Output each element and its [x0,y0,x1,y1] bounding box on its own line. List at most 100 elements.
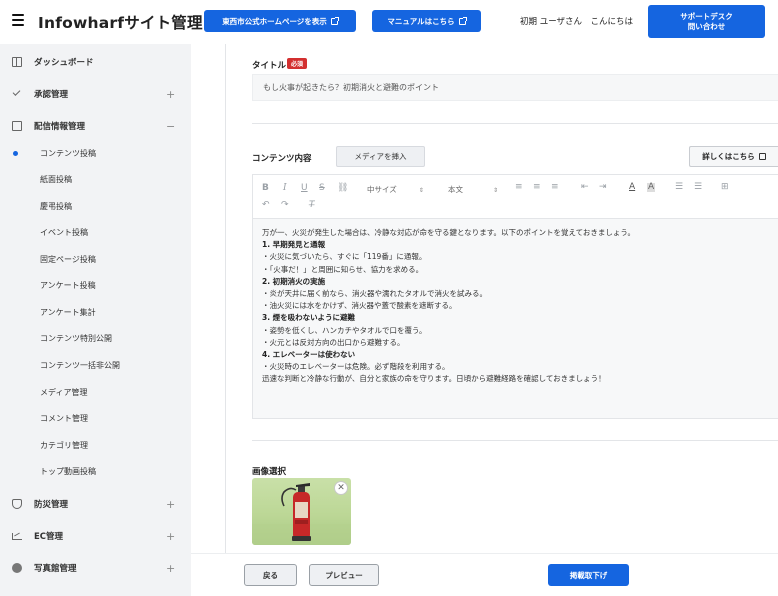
sidebar-item-approval[interactable]: 承認管理 + [0,82,191,106]
top-header: Infowharfサイト管理 東西市公式ホームページを表示 マニュアルはこちら … [0,0,778,44]
italic-icon[interactable]: I [283,184,287,193]
sidebar-subitem-label: 紙面投稿 [40,174,72,184]
content-line: ・火元とは反対方向の出口から避難する。 [262,337,405,347]
insert-media-button[interactable]: メディアを挿入 [336,146,425,167]
city-homepage-button[interactable]: 東西市公式ホームページを表示 [204,10,356,32]
content-heading: 4. エレベーターは使わない [262,350,356,360]
unpublish-button[interactable]: 掲載取下げ [548,564,629,586]
content-line: ・火災時のエレベーターは危険。必ず階段を利用する。 [262,362,450,372]
sidebar-item-label: 承認管理 [34,90,69,100]
sidebar-subitem-label: イベント投稿 [40,227,88,237]
redo-icon[interactable]: ↷ [281,201,289,210]
required-badge: 必須 [287,58,308,69]
user-greeting: 初期 ユーザさん こんにちは [520,17,634,27]
photo-icon [12,563,22,573]
sidebar-subitem-label: コンテンツ一括非公開 [40,360,120,370]
external-link-icon [758,153,766,160]
text-color-icon[interactable]: A [629,183,635,192]
content-line: ・火災に気づいたら、すぐに「119番」に通報。 [262,252,427,262]
sidebar-item-label: ダッシュボード [34,58,94,68]
content-line: ・姿勢を低くし、ハンカチやタオルで口を覆う。 [262,325,427,335]
shield-icon [12,499,22,509]
sidebar-item-disaster[interactable]: 防災管理 + [0,492,191,516]
content-line: ・「火事だ！」と周囲に知らせ、協力を求める。 [262,264,424,274]
paragraph-value: 本文 [448,185,463,194]
app-title: Infowharfサイト管理 [38,14,203,32]
external-link-icon [330,16,339,25]
expand-icon[interactable]: + [166,563,175,574]
sidebar-subitem[interactable]: コンテンツ一括非公開 [0,354,191,376]
content-line: 迅速な判断と冷静な行動が、自分と家族の命を守ります。日頃から避難経路を確認してお… [262,374,606,384]
sidebar-subitem-label: コンテンツ特別公開 [40,333,112,343]
sidebar-item-dashboard[interactable]: ダッシュボード [0,50,191,74]
align-right-icon[interactable]: ≡ [551,183,559,192]
sidebar-subitem-label: コメント管理 [40,413,88,423]
indent-icon[interactable]: ⇥ [599,183,607,192]
sidebar-subitem[interactable]: イベント投稿 [0,221,191,243]
align-center-icon[interactable]: ≡ [533,183,541,192]
sidebar-subitem[interactable]: 固定ページ投稿 [0,248,191,270]
sidebar-subitem-label: トップ動画投稿 [40,466,96,476]
content-guide-line [225,44,226,553]
city-homepage-label: 東西市公式ホームページを表示 [222,16,327,26]
sidebar-subitem[interactable]: アンケート投稿 [0,274,191,296]
rich-text-editor[interactable]: B I U S ⛓ 中サイズ ⇕ 本文 ⇕ ≡ ≡ ≡ ⇤ ⇥ A A ☰ ☰ ⊞ … [252,174,778,419]
sidebar-subitem[interactable]: コンテンツ特別公開 [0,327,191,349]
menu-icon[interactable] [12,14,24,26]
content-heading: 3. 煙を吸わないように避難 [262,313,356,323]
sidebar-item-ec[interactable]: EC管理 + [0,524,191,548]
content-line: ・油火災には水をかけず、消火器や蓋で酸素を遮断する。 [262,301,457,311]
remove-image-icon[interactable]: ✕ [334,481,348,495]
link-icon[interactable]: ⛓ [337,184,348,193]
sidebar-subitem[interactable]: コメント管理 [0,407,191,429]
section-divider [252,440,778,441]
title-input[interactable]: もし火事が起きたら？初期消火と避難のポイント [252,74,778,101]
outdent-icon[interactable]: ⇤ [581,183,589,192]
sidebar-subitem-content-post[interactable]: コンテンツ投稿 [0,142,191,164]
manual-button[interactable]: マニュアルはこちら [372,10,481,32]
paragraph-select[interactable]: 本文 ⇕ [448,184,498,195]
expand-icon[interactable]: + [166,531,175,542]
sidebar-subitem[interactable]: トップ動画投稿 [0,460,191,482]
sidebar-item-label: 防災管理 [34,500,69,510]
sidebar-subitem-label: 慶弔投稿 [40,201,72,211]
numbered-list-icon[interactable]: ☰ [675,183,683,192]
support-desk-button[interactable]: サポートデスク 問い合わせ [648,5,765,38]
bold-icon[interactable]: B [262,184,269,193]
font-size-select[interactable]: 中サイズ ⇕ [367,184,424,195]
sidebar-subitem[interactable]: カテゴリ管理 [0,434,191,456]
clear-format-icon[interactable]: T̶ [309,201,315,210]
edit-icon [12,121,22,131]
bullet-list-icon[interactable]: ☰ [694,183,702,192]
sidebar-subitem-label: カテゴリ管理 [40,440,88,450]
content-heading: 1. 早期発見と通報 [262,240,326,250]
editor-content[interactable]: 万が一、火災が発生した場合は、冷静な対応が命を守る鍵となります。以下のポイントを… [262,227,772,386]
chart-icon [12,531,22,541]
sidebar-item-label: EC管理 [34,532,64,542]
sidebar-subitem[interactable]: 慶弔投稿 [0,195,191,217]
back-button[interactable]: 戻る [244,564,297,586]
sidebar-subitem[interactable]: メディア管理 [0,381,191,403]
sidebar-item-distribution[interactable]: 配信情報管理 − [0,114,191,138]
sidebar-subitem[interactable]: 紙面投稿 [0,168,191,190]
collapse-icon[interactable]: − [166,121,175,132]
editor-toolbar: B I U S ⛓ 中サイズ ⇕ 本文 ⇕ ≡ ≡ ≡ ⇤ ⇥ A A ☰ ☰ ⊞ … [253,175,778,219]
sidebar-item-label: 配信情報管理 [34,122,86,132]
expand-icon[interactable]: + [166,499,175,510]
align-left-icon[interactable]: ≡ [515,183,523,192]
highlight-icon[interactable]: A [647,183,656,192]
title-label: タイトル [252,61,287,71]
underline-icon[interactable]: U [301,184,308,193]
table-icon[interactable]: ⊞ [721,183,729,192]
content-line: ・炎が天井に届く前なら、消火器や濡れたタオルで消火を試みる。 [262,289,487,299]
sidebar-item-photo[interactable]: 写真館管理 + [0,556,191,580]
sidebar-subitem-label: 固定ページ投稿 [40,254,96,264]
check-icon [12,89,22,99]
sidebar-subitem[interactable]: アンケート集計 [0,301,191,323]
expand-icon[interactable]: + [166,89,175,100]
details-button[interactable]: 詳しくはこちら [689,146,778,167]
section-divider [252,123,778,124]
strikethrough-icon[interactable]: S [319,184,325,193]
preview-button[interactable]: プレビュー [309,564,379,586]
undo-icon[interactable]: ↶ [262,201,270,210]
